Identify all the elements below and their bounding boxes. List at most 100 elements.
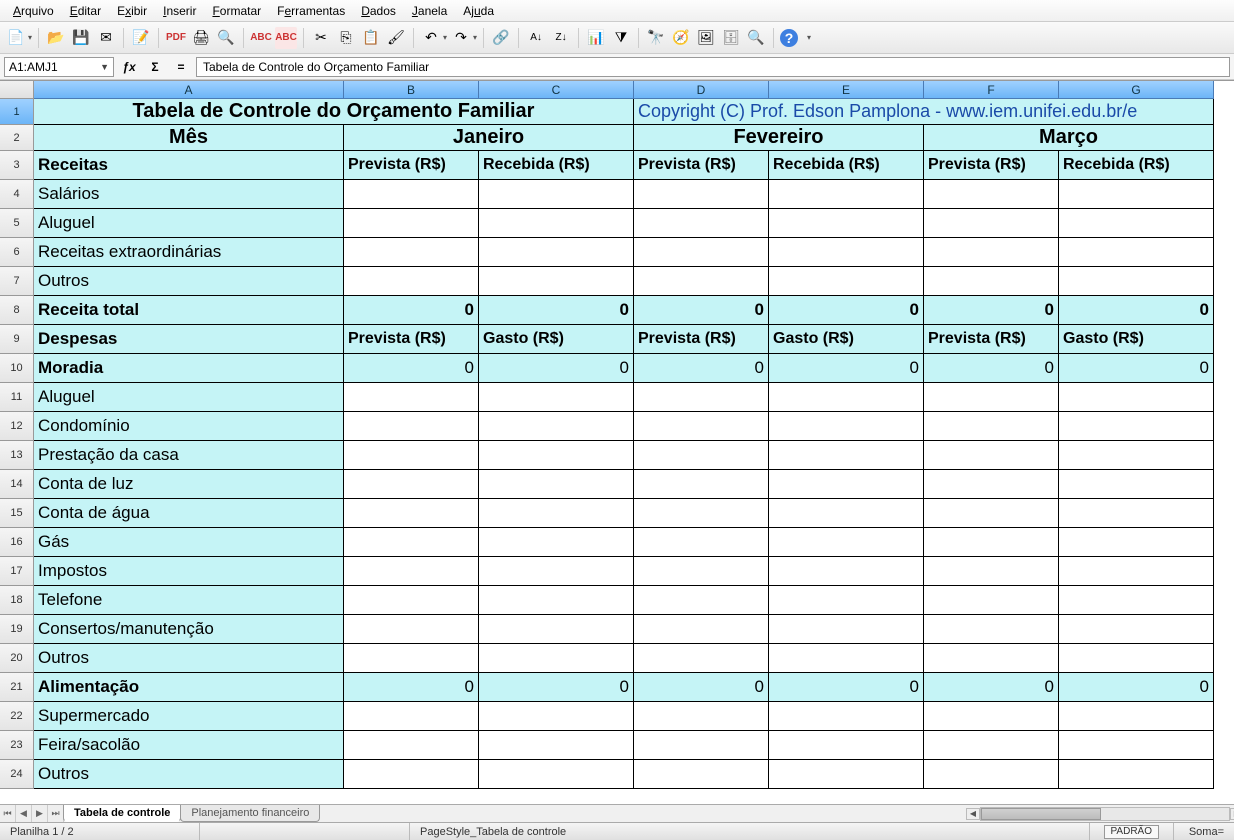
cell[interactable] [769,644,924,673]
row-head-9[interactable]: 9 [0,325,34,354]
cell[interactable] [479,238,634,267]
equals-icon[interactable]: = [170,57,192,77]
cut-icon[interactable]: ✂ [310,27,332,49]
row-head-19[interactable]: 19 [0,615,34,644]
cell[interactable]: 0 [924,296,1059,325]
col-head-A[interactable]: A [34,81,344,99]
cell[interactable]: Condomínio [34,412,344,441]
cell[interactable] [924,731,1059,760]
cell[interactable]: Gasto (R$) [479,325,634,354]
cell[interactable] [1059,586,1214,615]
cell[interactable]: Recebida (R$) [769,151,924,180]
cell[interactable]: 0 [634,296,769,325]
cell[interactable] [634,760,769,789]
row-head-23[interactable]: 23 [0,731,34,760]
cell[interactable]: Prevista (R$) [634,325,769,354]
cell[interactable] [344,180,479,209]
cell[interactable]: Feira/sacolão [34,731,344,760]
cell[interactable] [479,586,634,615]
cell[interactable]: Outros [34,267,344,296]
cell[interactable] [924,557,1059,586]
cell[interactable] [924,238,1059,267]
cell[interactable] [1059,731,1214,760]
menu-janela[interactable]: Janela [404,2,455,20]
sheet-tab-1[interactable]: Tabela de controle [63,805,181,822]
dropdown-icon[interactable]: ▾ [443,33,447,42]
undo-icon[interactable]: ↶ [420,27,442,49]
cell[interactable] [634,499,769,528]
scroll-thumb[interactable] [981,808,1101,820]
cell[interactable]: Receita total [34,296,344,325]
edit-icon[interactable]: 📝 [130,27,152,49]
cell[interactable]: Recebida (R$) [479,151,634,180]
cell[interactable] [479,383,634,412]
cell[interactable] [1059,470,1214,499]
sort-asc-icon[interactable]: A↓ [525,27,547,49]
zoom-icon[interactable]: 🔍 [745,27,767,49]
col-head-E[interactable]: E [769,81,924,99]
help-icon[interactable]: ? [780,29,798,47]
cell[interactable]: Aluguel [34,383,344,412]
dropdown-icon[interactable]: ▾ [473,33,477,42]
scroll-left-icon[interactable]: ◀ [966,808,980,820]
cell[interactable]: Outros [34,644,344,673]
chart-icon[interactable]: 📊 [585,27,607,49]
cell[interactable] [344,267,479,296]
cell[interactable] [769,180,924,209]
cell[interactable] [634,383,769,412]
cell[interactable] [924,528,1059,557]
cell[interactable] [479,209,634,238]
cell[interactable]: Gás [34,528,344,557]
cell[interactable]: Salários [34,180,344,209]
row-head-13[interactable]: 13 [0,441,34,470]
cell[interactable] [634,470,769,499]
preview-icon[interactable]: 🔍 [215,27,237,49]
cell[interactable] [344,615,479,644]
row-head-21[interactable]: 21 [0,673,34,702]
row-head-16[interactable]: 16 [0,528,34,557]
chevron-down-icon[interactable]: ▼ [100,62,109,72]
cell[interactable] [479,760,634,789]
menu-arquivo[interactable]: Arquivo [5,2,62,20]
row-head-12[interactable]: 12 [0,412,34,441]
cell[interactable]: Consertos/manutenção [34,615,344,644]
cell[interactable] [344,499,479,528]
new-icon[interactable]: 📄 [5,27,27,49]
col-head-F[interactable]: F [924,81,1059,99]
cell[interactable] [479,180,634,209]
cell[interactable] [769,267,924,296]
cell[interactable]: 0 [344,296,479,325]
cell[interactable] [344,644,479,673]
cell[interactable] [1059,528,1214,557]
row-head-11[interactable]: 11 [0,383,34,412]
cell[interactable] [479,731,634,760]
cell[interactable] [924,615,1059,644]
cell[interactable] [344,470,479,499]
cell[interactable]: Outros [34,760,344,789]
cell[interactable]: 0 [479,354,634,383]
tab-next-icon[interactable]: ▶ [32,805,48,822]
row-head-22[interactable]: 22 [0,702,34,731]
cell[interactable] [924,499,1059,528]
cell[interactable] [344,557,479,586]
cell[interactable] [769,499,924,528]
scroll-right-icon[interactable]: ▶ [1230,808,1234,820]
cell[interactable]: 0 [479,296,634,325]
cell[interactable]: Prevista (R$) [344,151,479,180]
cell[interactable] [769,760,924,789]
cell[interactable] [634,615,769,644]
cell[interactable]: 0 [1059,296,1214,325]
cell[interactable]: Fevereiro [634,125,924,151]
cell[interactable] [1059,180,1214,209]
cell[interactable]: Gasto (R$) [1059,325,1214,354]
mode-button[interactable]: PADRÃO [1104,825,1160,839]
mail-icon[interactable]: ✉ [95,27,117,49]
row-head-8[interactable]: 8 [0,296,34,325]
cell[interactable] [924,586,1059,615]
autospell-icon[interactable]: ABC [275,27,297,49]
col-head-G[interactable]: G [1059,81,1214,99]
cell[interactable]: Conta de luz [34,470,344,499]
spellcheck-icon[interactable]: ABC [250,27,272,49]
cell[interactable]: 0 [1059,354,1214,383]
cell[interactable] [344,731,479,760]
